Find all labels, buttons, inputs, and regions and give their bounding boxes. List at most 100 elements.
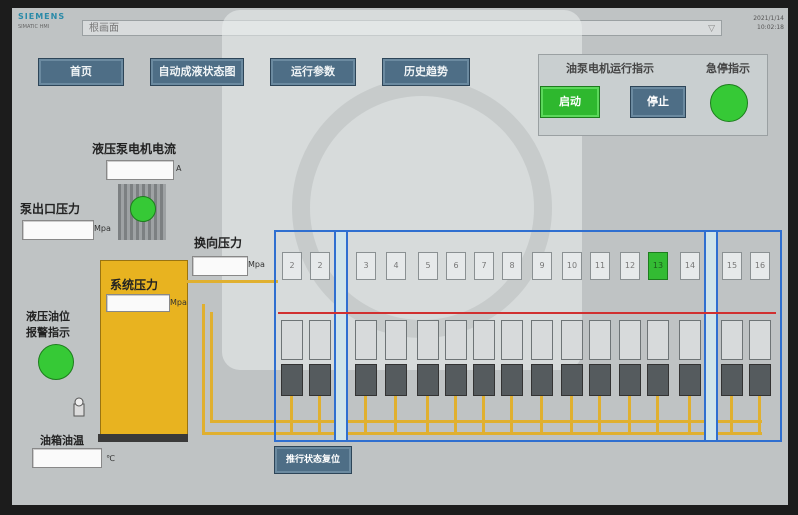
solenoid-valve xyxy=(385,320,407,360)
motor-current-field[interactable] xyxy=(106,160,174,180)
pump-panel-title: 油泵电机运行指示 xyxy=(566,62,654,75)
pipe xyxy=(570,396,573,432)
pump-outlet-pressure-field[interactable] xyxy=(22,220,94,240)
pipe xyxy=(364,396,367,432)
valve-body xyxy=(385,364,407,396)
hmi-screen: SIEMENS SIMATIC HMI 根画面 ▽ 2021/1/14 10:0… xyxy=(12,8,788,505)
oil-level-label: 液压油位 xyxy=(26,310,70,323)
nav-run-params-button[interactable]: 运行参数 xyxy=(270,58,356,86)
chevron-down-icon[interactable]: ▽ xyxy=(708,21,715,37)
hydraulic-tank-base xyxy=(98,434,188,442)
clock-date: 2021/1/14 xyxy=(753,15,784,22)
valve-body xyxy=(445,364,467,396)
system-pressure-field[interactable] xyxy=(106,294,170,312)
nav-auto-status-button[interactable]: 自动成液状态图 xyxy=(150,58,244,86)
pump-start-button[interactable]: 启动 xyxy=(540,86,600,118)
brand-sub: SIMATIC HMI xyxy=(18,24,50,30)
pipe xyxy=(454,396,457,432)
screen-title: 根画面 xyxy=(89,23,119,34)
valve-body xyxy=(721,364,743,396)
valve-slot-4[interactable]: 4 xyxy=(386,252,406,280)
valve-body xyxy=(417,364,439,396)
solenoid-valve xyxy=(619,320,641,360)
pump-stop-button[interactable]: 停止 xyxy=(630,86,686,118)
pipe xyxy=(510,396,513,432)
valve-slot-3[interactable]: 3 xyxy=(356,252,376,280)
brand-logo: SIEMENS xyxy=(18,12,66,21)
oil-temp-label: 油箱油温 xyxy=(40,434,84,447)
valve-slot-2[interactable]: 2 xyxy=(310,252,330,280)
pipe xyxy=(758,396,761,432)
pipe xyxy=(318,396,321,432)
pipe xyxy=(628,396,631,432)
valve-slot-8[interactable]: 8 xyxy=(502,252,522,280)
solenoid-valve xyxy=(355,320,377,360)
valve-body xyxy=(749,364,771,396)
estop-title: 急停指示 xyxy=(706,62,750,75)
alarm-indicator-label: 报警指示 xyxy=(26,326,70,339)
pipe xyxy=(210,312,213,422)
valve-slot-14[interactable]: 14 xyxy=(680,252,700,280)
solenoid-valve xyxy=(473,320,495,360)
valve-body xyxy=(473,364,495,396)
system-pressure-label: 系统压力 xyxy=(110,278,159,292)
valve-slot-9[interactable]: 9 xyxy=(532,252,552,280)
pipe xyxy=(598,396,601,432)
motor-current-unit: A xyxy=(176,164,182,173)
valve-slot-11[interactable]: 11 xyxy=(590,252,610,280)
valve-slot-7[interactable]: 7 xyxy=(474,252,494,280)
pipe xyxy=(186,280,278,283)
pump-outlet-pressure-unit: Mpa xyxy=(94,224,111,233)
reversing-pressure-field[interactable] xyxy=(192,256,248,276)
solenoid-valve xyxy=(647,320,669,360)
valve-bank-divider-left xyxy=(334,230,348,442)
motor-current-label: 液压泵电机电流 xyxy=(92,142,177,156)
nav-home-button[interactable]: 首页 xyxy=(38,58,124,86)
estop-indicator-led xyxy=(710,84,748,122)
solenoid-valve xyxy=(749,320,771,360)
reset-status-button[interactable]: 推行状态复位 xyxy=(274,446,352,474)
valve-body xyxy=(309,364,331,396)
valve-slot-10[interactable]: 10 xyxy=(562,252,582,280)
pipe xyxy=(426,396,429,432)
valve-slot-6[interactable]: 6 xyxy=(446,252,466,280)
pipe xyxy=(730,396,733,432)
valve-body xyxy=(679,364,701,396)
valve-body xyxy=(355,364,377,396)
solenoid-valve xyxy=(531,320,553,360)
valve-body xyxy=(619,364,641,396)
valve-body xyxy=(589,364,611,396)
pump-outlet-pressure-label: 泵出口压力 xyxy=(20,202,81,216)
hand-valve-icon xyxy=(73,397,85,417)
pipe xyxy=(202,304,205,432)
pipe xyxy=(540,396,543,432)
pipe xyxy=(290,396,293,432)
oil-level-alarm-led xyxy=(38,344,74,380)
solenoid-valve xyxy=(417,320,439,360)
valve-slot-2[interactable]: 2 xyxy=(282,252,302,280)
solenoid-valve xyxy=(589,320,611,360)
pipe xyxy=(482,396,485,432)
solenoid-valve xyxy=(309,320,331,360)
solenoid-valve xyxy=(679,320,701,360)
oil-temp-field[interactable] xyxy=(32,448,102,468)
reversing-pressure-label: 换向压力 xyxy=(194,236,243,250)
valve-slot-13[interactable]: 13 xyxy=(648,252,668,280)
motor-run-led xyxy=(130,196,156,222)
pipe xyxy=(688,396,691,432)
pipe xyxy=(656,396,659,432)
valve-body xyxy=(531,364,553,396)
valve-slot-16[interactable]: 16 xyxy=(750,252,770,280)
clock: 2021/1/14 10:02:18 xyxy=(753,14,784,32)
nav-history-trend-button[interactable]: 历史趋势 xyxy=(382,58,470,86)
valve-slot-15[interactable]: 15 xyxy=(722,252,742,280)
valve-slot-5[interactable]: 5 xyxy=(418,252,438,280)
solenoid-valve xyxy=(281,320,303,360)
valve-slot-12[interactable]: 12 xyxy=(620,252,640,280)
pipe xyxy=(394,396,397,432)
valve-body xyxy=(561,364,583,396)
pressure-line xyxy=(278,312,776,314)
system-pressure-unit: Mpa xyxy=(170,298,187,307)
solenoid-valve xyxy=(561,320,583,360)
valve-body xyxy=(501,364,523,396)
